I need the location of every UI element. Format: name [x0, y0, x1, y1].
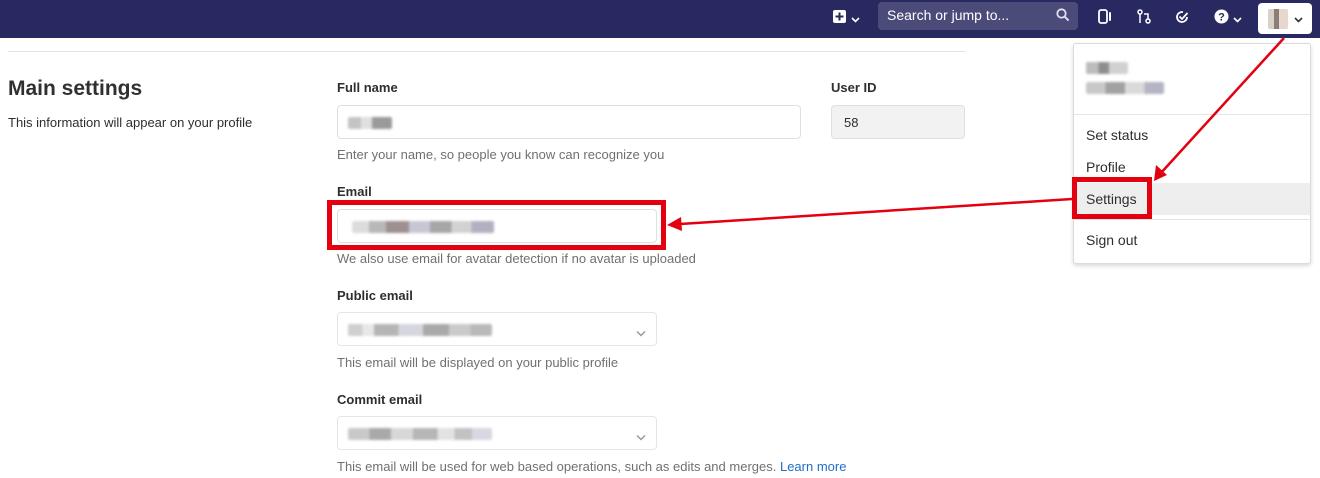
public-email-help: This email will be displayed on your pub… [337, 355, 619, 370]
todo-icon [1175, 10, 1189, 29]
public-email-label: Public email [337, 288, 413, 303]
search-placeholder: Search or jump to... [887, 7, 1010, 23]
redacted-username [1086, 82, 1164, 94]
section-description: This information will appear on your pro… [8, 115, 253, 130]
redacted-commit-email [348, 428, 492, 440]
settings-highlight-box [1072, 177, 1152, 219]
redacted-user-name [1086, 62, 1128, 74]
email-highlight-box [327, 200, 666, 250]
arrow-settings-to-email [679, 197, 1073, 226]
dropdown-user-info [1086, 62, 1166, 102]
issues-icon [1098, 9, 1112, 29]
email-help: We also use email for avatar detection i… [337, 251, 696, 266]
divider [8, 51, 966, 52]
plus-square-icon [832, 10, 846, 28]
menu-item-sign-out[interactable]: Sign out [1074, 224, 1310, 256]
svg-text:?: ? [1218, 12, 1225, 24]
user-id-value: 58 [844, 115, 859, 130]
user-id-field: 58 [831, 105, 965, 139]
full-name-label: Full name [337, 80, 398, 95]
dropdown-divider [1074, 219, 1310, 220]
chevron-down-icon [636, 428, 646, 446]
commit-email-help-text: This email will be used for web based op… [337, 459, 777, 474]
avatar [1267, 8, 1288, 29]
chevron-down-icon [1233, 10, 1242, 28]
email-label: Email [337, 184, 372, 199]
arrowhead-email [667, 217, 682, 231]
commit-email-help: This email will be used for web based op… [337, 459, 846, 474]
search-input[interactable]: Search or jump to... [878, 2, 1078, 30]
chevron-down-icon [636, 324, 646, 342]
commit-email-select[interactable] [337, 416, 657, 450]
commit-email-label: Commit email [337, 392, 423, 407]
search-icon [1056, 8, 1070, 27]
help-icon: ? [1214, 9, 1229, 29]
full-name-help: Enter your name, so people you know can … [337, 147, 665, 162]
user-dropdown-menu: Set status Profile Settings Sign out [1073, 43, 1311, 264]
todos-button[interactable] [1171, 6, 1193, 32]
issues-button[interactable] [1094, 6, 1116, 32]
full-name-field[interactable] [337, 105, 801, 139]
merge-requests-button[interactable] [1133, 6, 1155, 32]
redacted-name [348, 117, 392, 129]
chevron-down-icon [850, 10, 860, 28]
learn-more-link[interactable]: Learn more [780, 459, 846, 474]
public-email-select[interactable] [337, 312, 657, 346]
new-menu-button[interactable] [826, 6, 866, 32]
top-navbar: Search or jump to... ? [0, 0, 1320, 38]
menu-item-set-status[interactable]: Set status [1074, 119, 1310, 151]
chevron-down-icon [1293, 10, 1303, 28]
help-button[interactable]: ? [1210, 6, 1246, 32]
dropdown-divider [1074, 114, 1310, 115]
user-menu-button[interactable] [1258, 3, 1312, 34]
merge-request-icon [1137, 9, 1151, 29]
user-id-label: User ID [831, 80, 877, 95]
section-title: Main settings [8, 77, 143, 100]
redacted-public-email [348, 324, 492, 336]
